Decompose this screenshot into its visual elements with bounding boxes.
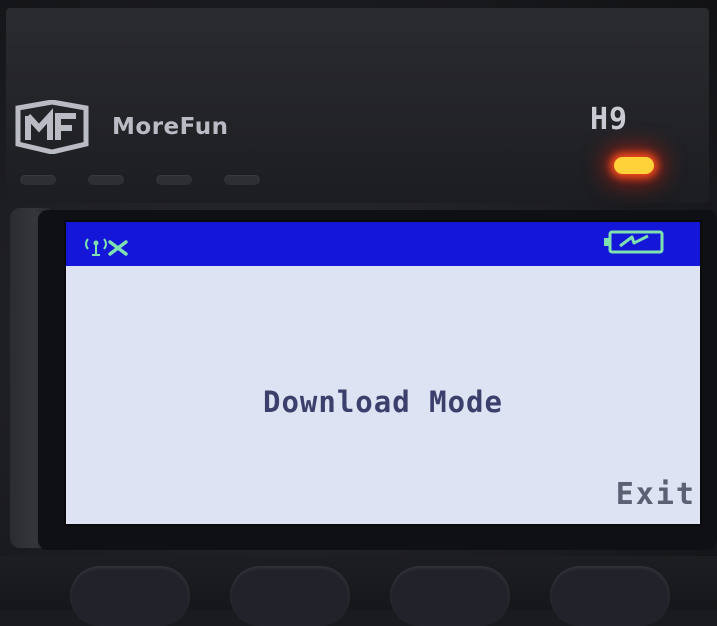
brand-name: MoreFun [112, 114, 229, 140]
indicator-lamp [156, 175, 192, 185]
payment-terminal: MoreFun H9 Download Mode Exit [0, 0, 717, 626]
indicator-lamp [88, 175, 124, 185]
keypad-area [0, 556, 717, 626]
exit-softkey[interactable]: Exit [616, 477, 696, 512]
keypad-key[interactable] [230, 566, 350, 626]
mode-message: Download Mode [263, 385, 503, 419]
brand: MoreFun [12, 100, 228, 154]
lcd-screen: Download Mode Exit [66, 222, 700, 524]
keypad-key[interactable] [390, 566, 510, 626]
status-bar [66, 222, 700, 266]
keypad-key[interactable] [70, 566, 190, 626]
no-signal-icon [85, 238, 128, 256]
battery-charging-icon [604, 230, 664, 254]
morefun-logo-icon [15, 100, 89, 154]
status-led [614, 157, 654, 174]
model-label: H9 [590, 102, 629, 137]
indicator-lamp [20, 175, 56, 185]
keypad-key[interactable] [550, 566, 670, 626]
indicator-lamp [224, 175, 260, 185]
